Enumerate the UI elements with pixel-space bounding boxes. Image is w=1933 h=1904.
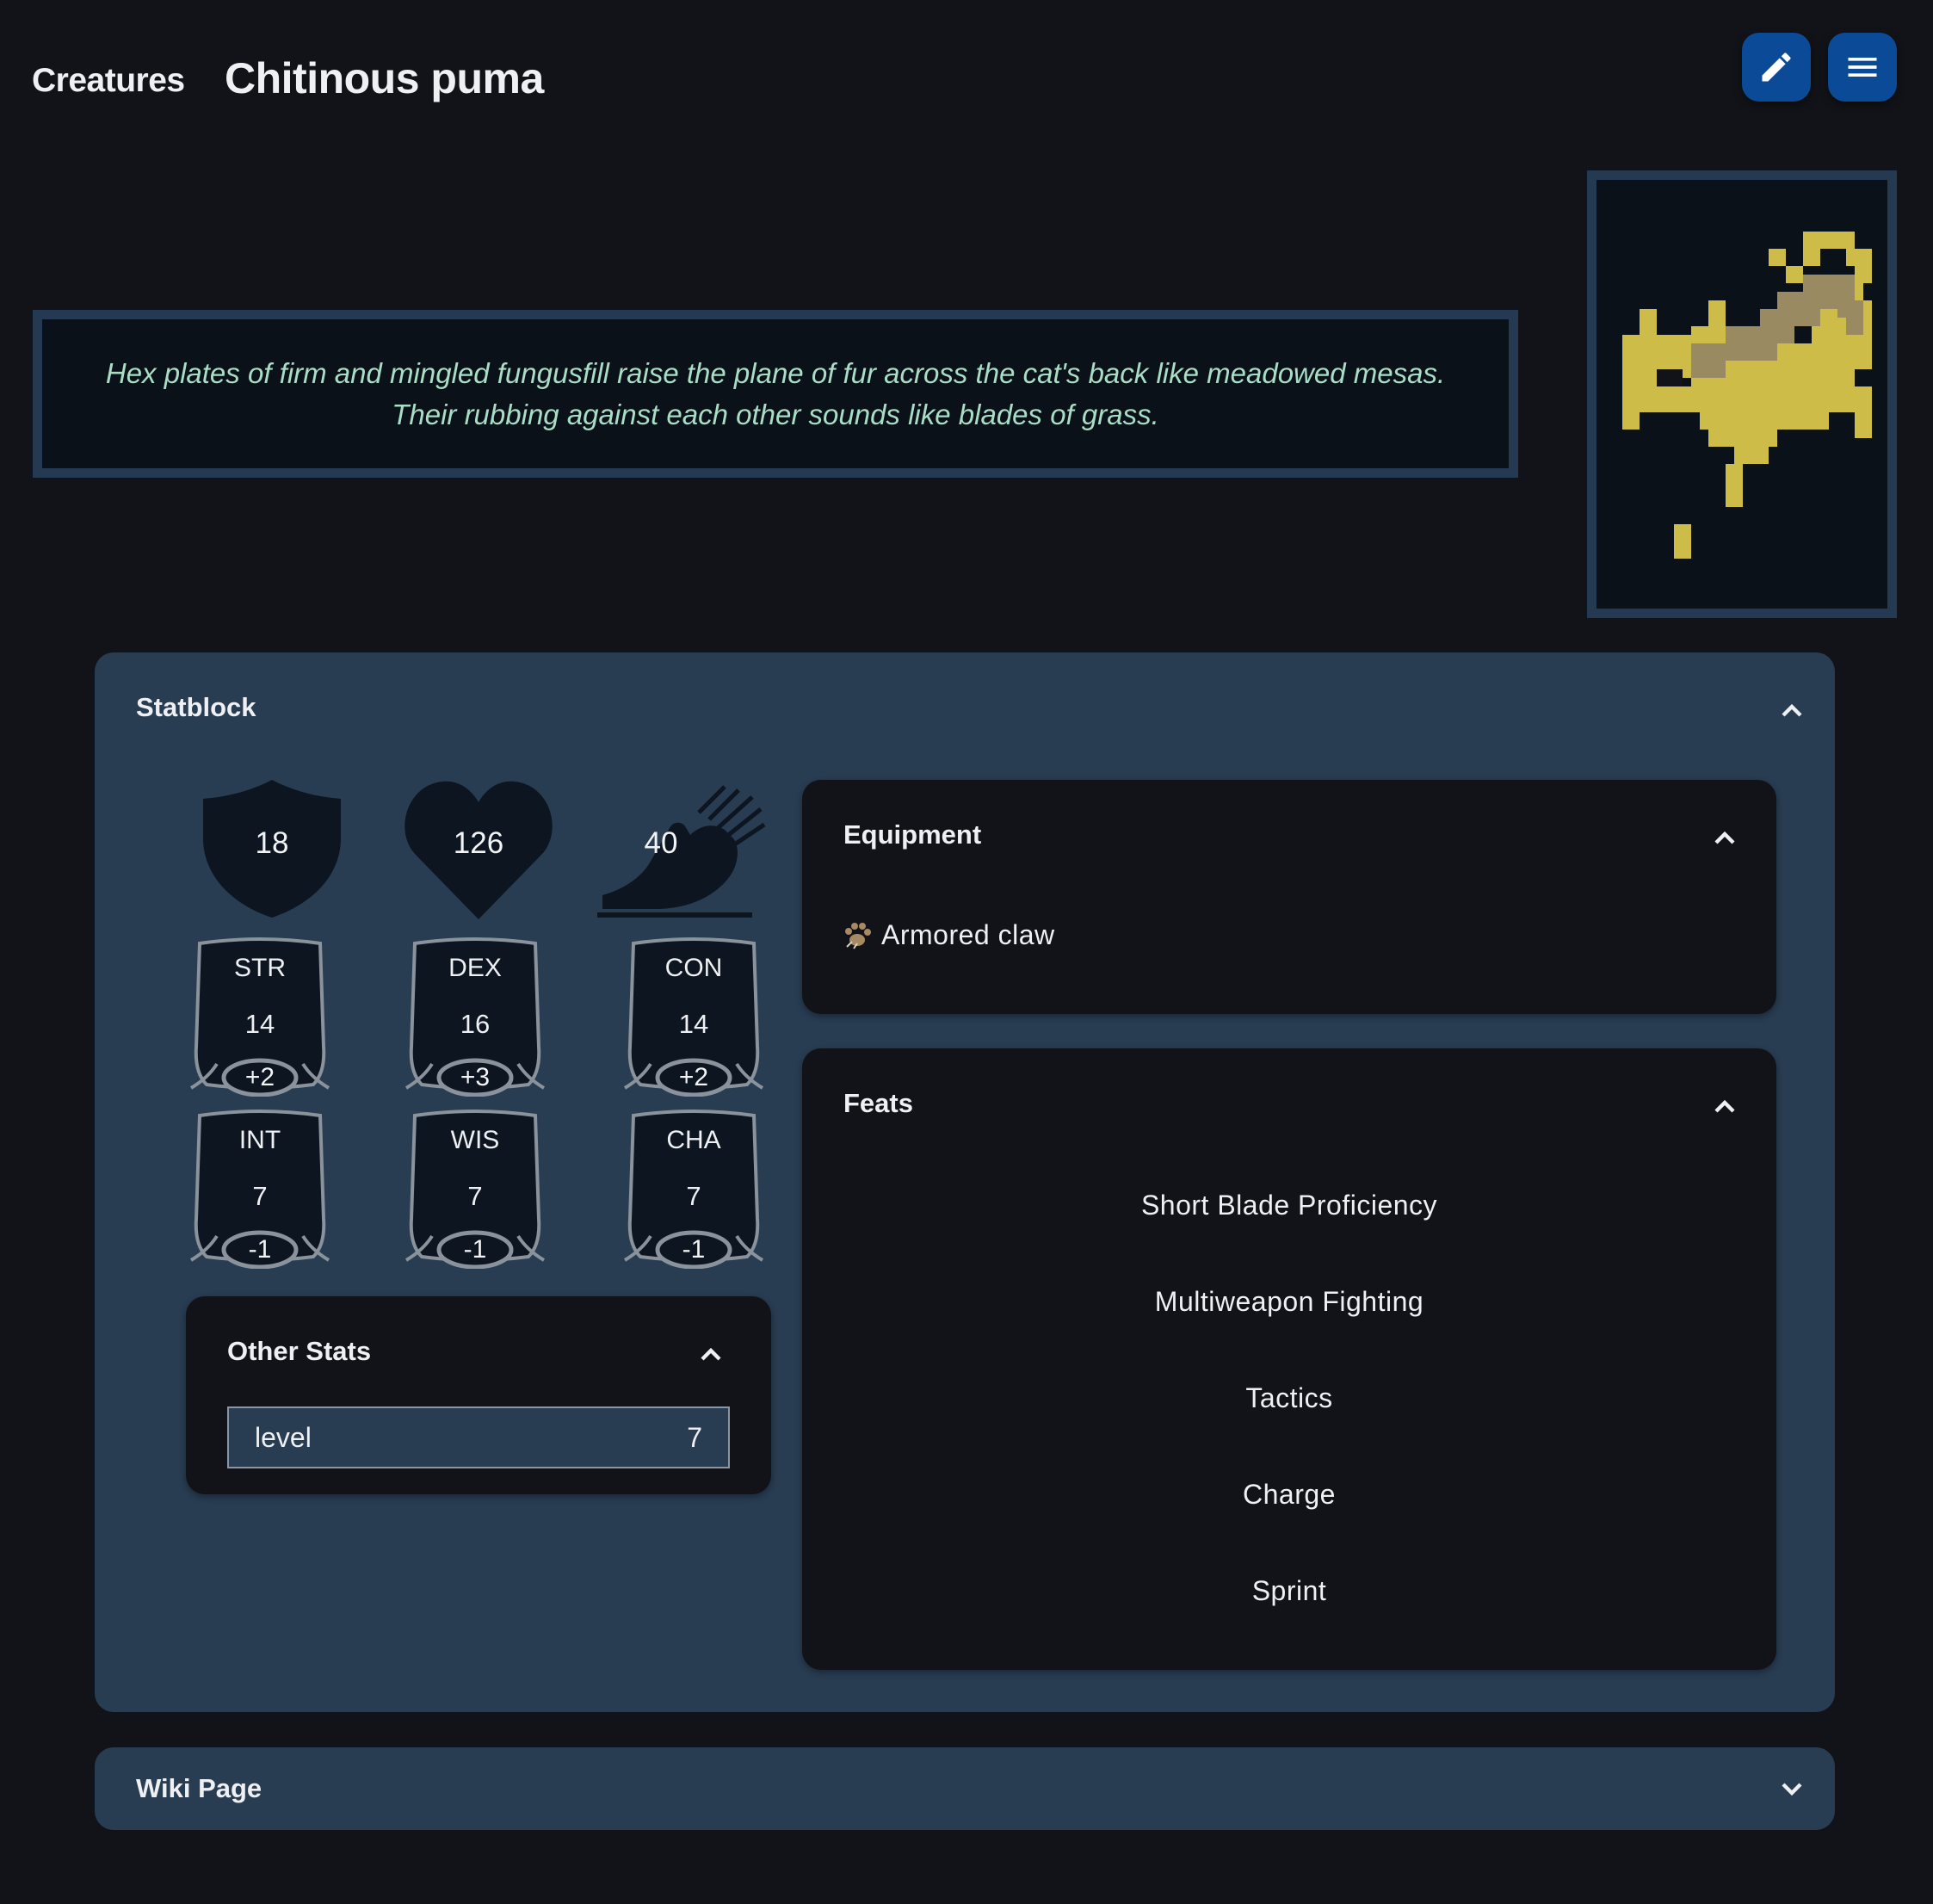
ability-score: 16 <box>460 1009 491 1039</box>
feat-item[interactable]: Sprint <box>802 1575 1776 1607</box>
chevron-down-icon[interactable] <box>1775 1771 1809 1806</box>
edit-button[interactable] <box>1742 33 1811 102</box>
equipment-title: Equipment <box>843 819 982 850</box>
breadcrumb-creatures[interactable]: Creatures <box>32 62 185 100</box>
feat-item[interactable]: Short Blade Proficiency <box>802 1190 1776 1221</box>
ability-abbr: WIS <box>450 1126 500 1154</box>
ability-abbr: INT <box>238 1126 281 1154</box>
ability-modifier: +2 <box>678 1063 709 1091</box>
pencil-icon <box>1762 53 1791 82</box>
description-box: Hex plates of firm and mingled fungusfil… <box>33 310 1518 478</box>
equipment-item-name: Armored claw <box>881 919 1055 950</box>
ability-abbr: DEX <box>448 954 502 982</box>
ability-abbr: CHA <box>666 1126 721 1154</box>
ability-modifier: -1 <box>682 1235 706 1264</box>
ability-abbr: CON <box>664 954 723 982</box>
feats-card: Feats Short Blade Proficiency Multiweapo… <box>802 1048 1776 1670</box>
ability-dex: DEX 16 +3 <box>403 937 547 1097</box>
stat-name: level <box>255 1421 312 1453</box>
ability-cha: CHA 7 -1 <box>621 1109 766 1269</box>
chevron-up-icon[interactable] <box>1708 1090 1742 1124</box>
creature-portrait <box>1587 170 1897 618</box>
feats-title: Feats <box>843 1088 913 1118</box>
statblock-title: Statblock <box>136 692 256 722</box>
description-text: Hex plates of firm and mingled fungusfil… <box>105 356 1446 430</box>
armor-class-badge: 18 <box>201 778 343 919</box>
other-stats-title: Other Stats <box>227 1336 372 1366</box>
ability-score: 7 <box>686 1181 701 1211</box>
menu-button[interactable] <box>1828 33 1897 102</box>
ability-wis: WIS 7 -1 <box>403 1109 547 1269</box>
hamburger-menu-icon <box>1848 58 1877 77</box>
hit-points-badge: 126 <box>403 778 554 919</box>
ability-score: 7 <box>467 1181 483 1211</box>
ability-modifier: -1 <box>248 1235 272 1264</box>
ability-modifier: +3 <box>460 1063 491 1091</box>
ability-score: 14 <box>678 1009 709 1039</box>
feat-item[interactable]: Multiweapon Fighting <box>802 1286 1776 1318</box>
speed-value: 40 <box>644 826 678 860</box>
page-title: Chitinous puma <box>225 54 544 102</box>
ability-con: CON 14 +2 <box>621 937 766 1097</box>
ability-score: 14 <box>244 1009 275 1039</box>
ability-int: INT 7 -1 <box>188 1109 332 1269</box>
speed-badge: 40 <box>596 778 768 919</box>
stat-row-level: level 7 <box>227 1406 730 1468</box>
chevron-up-icon[interactable] <box>1775 694 1809 728</box>
creature-pixel-art <box>1622 232 1872 559</box>
page-header: Creatures Chitinous puma <box>0 0 1933 146</box>
equipment-item[interactable]: Armored claw <box>843 919 1055 951</box>
chevron-up-icon[interactable] <box>1708 821 1742 856</box>
stat-value: 7 <box>687 1421 702 1453</box>
feat-item[interactable]: Charge <box>802 1479 1776 1511</box>
armor-class-value: 18 <box>255 826 289 860</box>
ability-modifier: +2 <box>244 1063 275 1091</box>
ability-abbr: STR <box>234 954 286 982</box>
ability-score: 7 <box>252 1181 268 1211</box>
chevron-up-icon[interactable] <box>694 1338 728 1372</box>
ability-str: STR 14 +2 <box>188 937 332 1097</box>
other-stats-card: Other Stats level 7 <box>186 1296 771 1494</box>
equipment-card: Equipment Armored claw <box>802 780 1776 1014</box>
hit-points-value: 126 <box>453 826 504 860</box>
wiki-page-panel[interactable]: Wiki Page <box>95 1747 1835 1830</box>
statblock-panel: Statblock 18 126 40 STR 14 +2 DEX 16 +3 … <box>95 652 1835 1712</box>
ability-modifier: -1 <box>463 1235 487 1264</box>
wiki-page-title: Wiki Page <box>136 1773 262 1803</box>
claw-icon <box>845 922 871 949</box>
feat-item[interactable]: Tactics <box>802 1382 1776 1414</box>
